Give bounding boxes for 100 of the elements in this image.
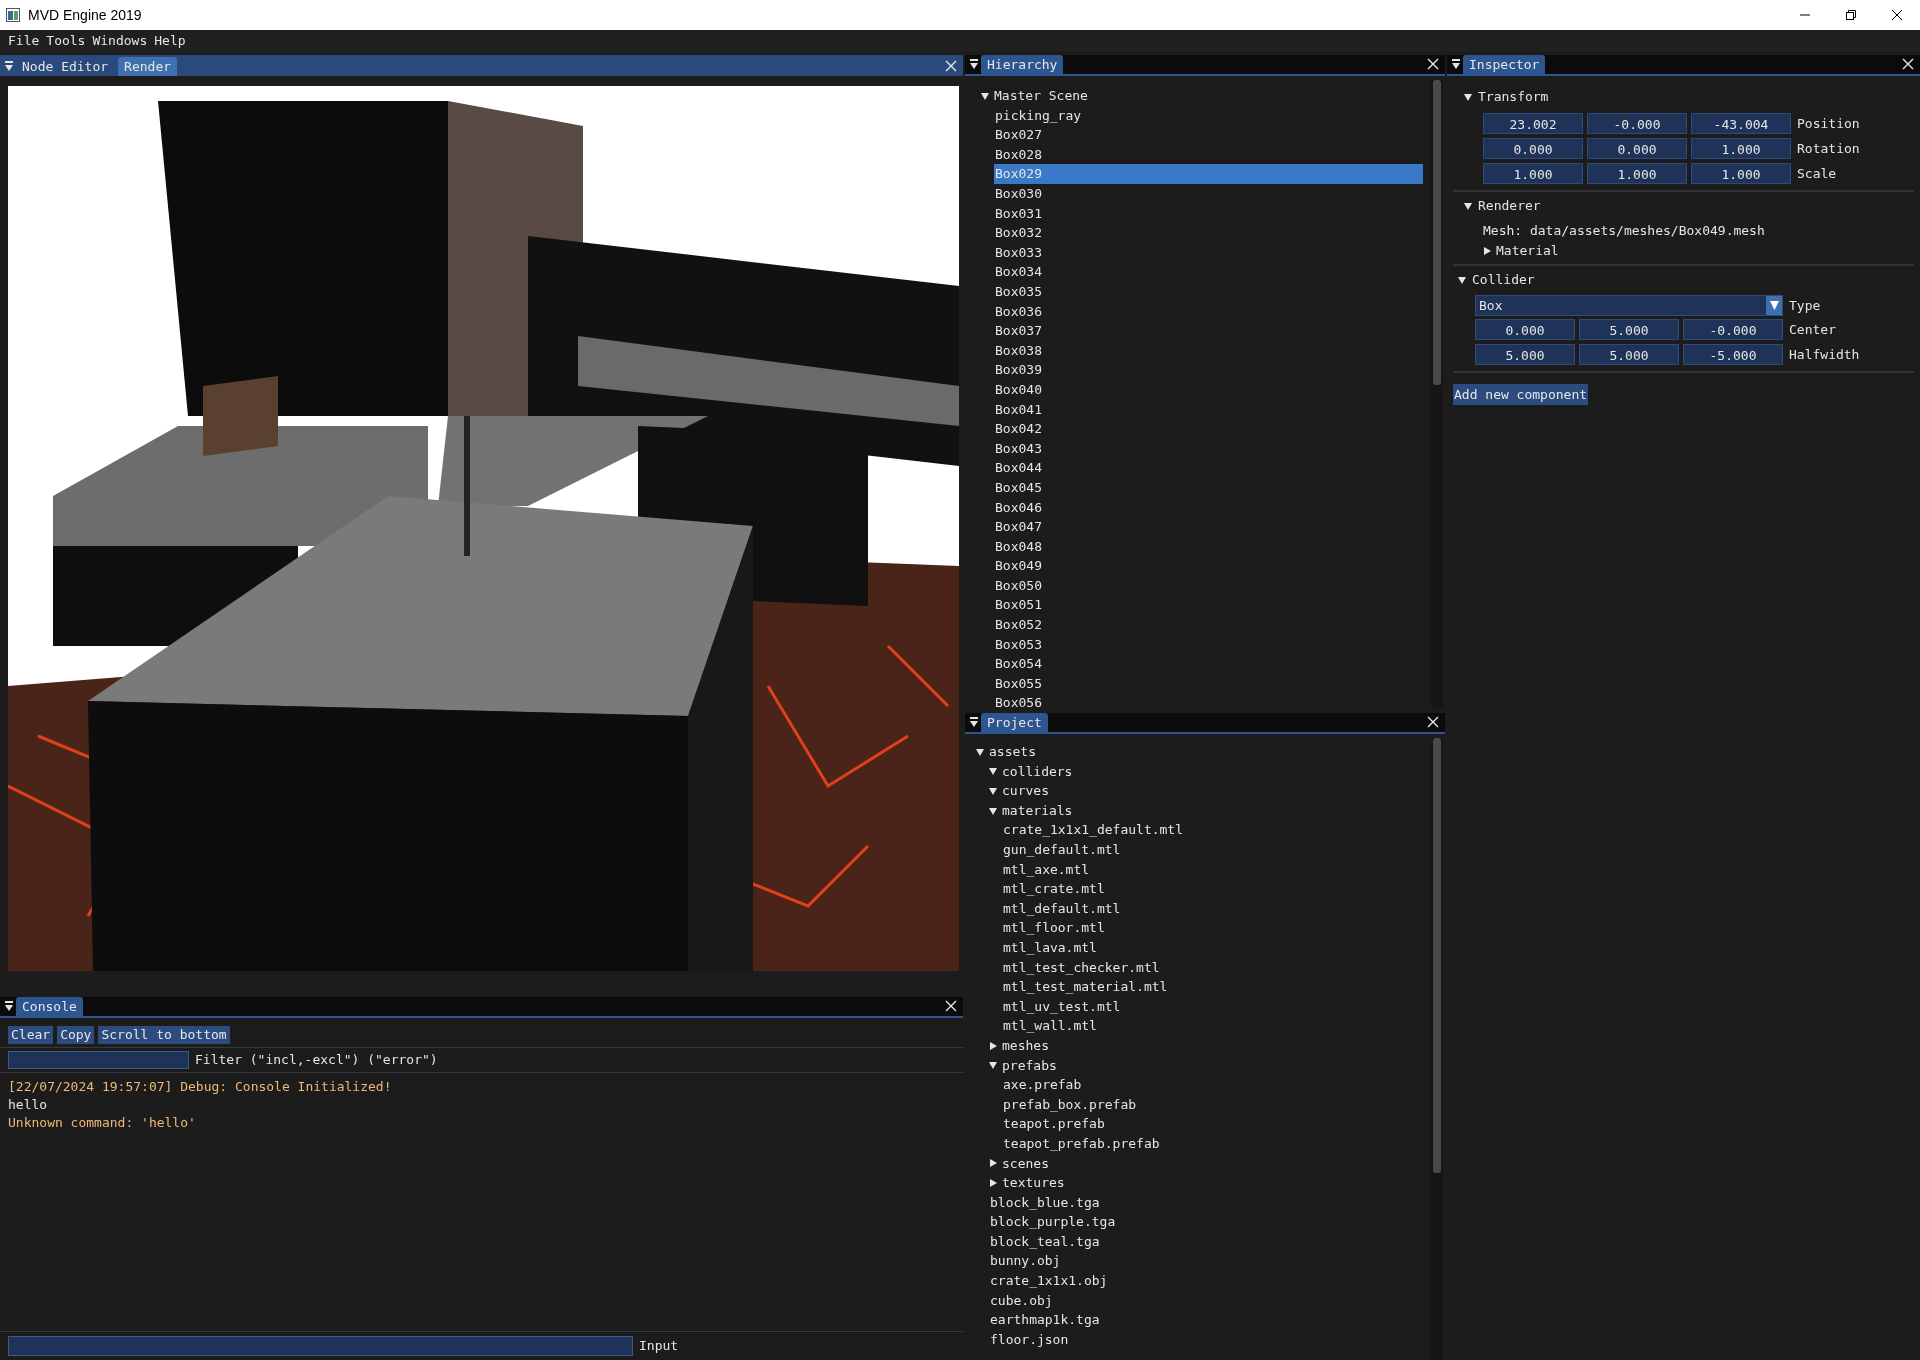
number-field[interactable]: 5.000 (1475, 344, 1575, 365)
tree-item[interactable]: prefab_box.prefab (1002, 1094, 1138, 1115)
collapsed-arrow-icon[interactable] (989, 1041, 997, 1050)
tree-item[interactable]: Box043 (994, 438, 1043, 459)
tree-item[interactable]: Box040 (994, 379, 1043, 400)
command-input-field[interactable] (8, 1336, 633, 1356)
tree-item[interactable]: block_purple.tga (989, 1212, 1117, 1232)
number-field[interactable]: -0.000 (1587, 113, 1687, 134)
tree-item[interactable]: Box054 (994, 654, 1043, 674)
tree-item[interactable]: Box044 (994, 458, 1043, 478)
menu-item[interactable]: Windows (92, 31, 148, 51)
tree-item[interactable]: mtl_test_checker.mtl (1002, 957, 1161, 978)
tree-item[interactable]: teapot.prefab (1002, 1114, 1106, 1134)
tree-item[interactable]: Box042 (994, 419, 1043, 439)
panel-menu-icon[interactable] (969, 716, 979, 728)
number-field[interactable]: 0.000 (1475, 319, 1575, 340)
tree-item[interactable]: Box033 (994, 242, 1043, 263)
number-field[interactable]: 0.000 (1483, 138, 1583, 159)
console-button[interactable]: Scroll to bottom (98, 1026, 230, 1044)
number-field[interactable]: -0.000 (1683, 319, 1783, 340)
close-icon[interactable] (945, 60, 957, 72)
number-field[interactable]: 1.000 (1483, 163, 1583, 184)
tree-item[interactable]: block_teal.tga (989, 1231, 1101, 1252)
tree-item[interactable]: Box027 (994, 125, 1043, 145)
tree-item[interactable]: meshes (1001, 1035, 1050, 1056)
material-header[interactable]: Material (1496, 241, 1559, 261)
expanded-arrow-icon[interactable] (976, 747, 984, 756)
expanded-arrow-icon[interactable] (1458, 276, 1466, 284)
tree-item[interactable]: cube.obj (989, 1290, 1054, 1311)
number-field[interactable]: 1.000 (1691, 163, 1791, 184)
tree-item[interactable]: Box055 (994, 673, 1043, 694)
console-button[interactable]: Clear (8, 1026, 54, 1044)
tree-item[interactable]: textures (1001, 1173, 1066, 1193)
number-field[interactable]: 1.000 (1587, 163, 1687, 184)
expanded-arrow-icon[interactable] (989, 1061, 997, 1070)
add-component-button[interactable]: Add new component (1453, 384, 1589, 405)
tree-item[interactable]: curves (1001, 781, 1050, 801)
close-icon[interactable] (945, 1000, 957, 1012)
tree-item[interactable]: mtl_lava.mtl (1002, 938, 1098, 958)
panel-tab[interactable]: Project (981, 713, 1048, 732)
collapsed-arrow-icon[interactable] (1483, 247, 1491, 255)
type-dropdown[interactable]: Box (1475, 295, 1783, 316)
tree-item[interactable]: gun_default.mtl (1002, 840, 1122, 860)
number-field[interactable]: 5.000 (1579, 344, 1679, 365)
tree-item[interactable]: block_blue.tga (989, 1192, 1101, 1213)
console-button[interactable]: Copy (57, 1026, 95, 1044)
menu-item[interactable]: Tools (46, 31, 86, 51)
tree-item[interactable]: Box046 (994, 497, 1043, 517)
expanded-arrow-icon[interactable] (989, 767, 997, 776)
tree-item[interactable]: Box035 (994, 282, 1043, 302)
panel-menu-icon[interactable] (4, 60, 14, 72)
tree-item[interactable]: Box038 (994, 340, 1043, 361)
panel-menu-icon[interactable] (1451, 58, 1461, 70)
number-field[interactable]: -43.004 (1691, 113, 1791, 134)
tree-item[interactable]: assets (988, 742, 1037, 762)
tree-item[interactable]: mtl_floor.mtl (1002, 918, 1106, 938)
tree-item[interactable]: Box041 (994, 399, 1043, 420)
tree-item[interactable]: Box037 (994, 321, 1043, 341)
tree-item[interactable]: earthmap1k.tga (989, 1310, 1101, 1330)
component-header[interactable]: Transform (1478, 87, 1549, 107)
tree-item[interactable]: materials (1001, 800, 1074, 821)
component-header[interactable]: Collider (1472, 270, 1535, 290)
tree-item[interactable]: Box031 (994, 203, 1043, 224)
scrollbar-thumb[interactable] (1433, 80, 1441, 385)
expanded-arrow-icon[interactable] (989, 806, 997, 815)
tree-item[interactable]: mtl_uv_test.mtl (1002, 996, 1122, 1017)
tree-item[interactable]: floor.json (989, 1329, 1070, 1350)
tree-item[interactable]: mtl_wall.mtl (1002, 1016, 1098, 1036)
close-icon[interactable] (1902, 58, 1914, 70)
tree-item[interactable]: mtl_test_material.mtl (1002, 977, 1169, 997)
expanded-arrow-icon[interactable] (1464, 202, 1472, 210)
tree-item[interactable]: Box047 (994, 517, 1043, 537)
menu-item[interactable]: Help (154, 31, 186, 51)
tree-item[interactable]: Box052 (994, 615, 1043, 635)
collapsed-arrow-icon[interactable] (989, 1159, 997, 1168)
number-field[interactable]: 23.002 (1483, 113, 1583, 134)
tree-item[interactable]: mtl_default.mtl (1002, 898, 1122, 919)
number-field[interactable]: 0.000 (1587, 138, 1687, 159)
panel-menu-icon[interactable] (4, 1000, 14, 1012)
collapsed-arrow-icon[interactable] (989, 1178, 997, 1187)
expanded-arrow-icon[interactable] (1464, 93, 1472, 101)
tree-item[interactable]: teapot_prefab.prefab (1002, 1133, 1161, 1154)
tree-item[interactable]: Box028 (994, 144, 1043, 165)
component-header[interactable]: Renderer (1478, 196, 1541, 216)
panel-tab[interactable]: Inspector (1463, 55, 1546, 74)
tree-item[interactable]: Box039 (994, 360, 1043, 380)
tree-item[interactable]: Box030 (994, 184, 1043, 204)
number-field[interactable]: 5.000 (1579, 319, 1679, 340)
expanded-arrow-icon[interactable] (981, 91, 989, 100)
tree-item[interactable]: Box034 (994, 262, 1043, 282)
number-field[interactable]: -5.000 (1683, 344, 1783, 365)
tree-item[interactable]: crate_1x1x1.obj (989, 1271, 1109, 1291)
panel-tab[interactable]: Render (118, 57, 178, 76)
expanded-arrow-icon[interactable] (989, 787, 997, 795)
close-icon[interactable] (1427, 716, 1439, 728)
tree-item[interactable]: crate_1x1x1_default.mtl (1002, 820, 1184, 840)
tree-item[interactable]: scenes (1001, 1153, 1050, 1173)
tree-item[interactable]: Master Scene (993, 86, 1089, 106)
scrollbar-thumb[interactable] (1433, 738, 1441, 1173)
tree-item[interactable]: axe.prefab (1002, 1075, 1083, 1095)
